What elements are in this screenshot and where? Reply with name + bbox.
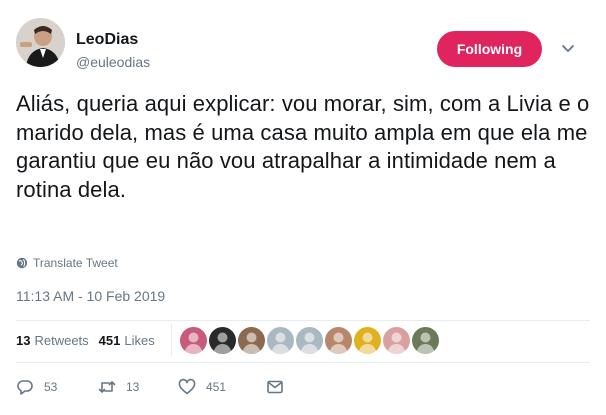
- retweets-label: Retweets: [34, 332, 89, 348]
- translate-tweet-link[interactable]: Translate Tweet: [16, 256, 118, 270]
- reply-count: 53: [44, 380, 58, 394]
- retweet-button[interactable]: 13: [98, 378, 178, 396]
- liker-avatar[interactable]: [324, 326, 352, 354]
- person-photo-icon: [16, 18, 65, 67]
- tweet-stats: 13 Retweets 451 Likes: [16, 324, 439, 356]
- tweet-header: LeoDias @euleodias Following: [16, 18, 590, 78]
- envelope-icon: [267, 380, 283, 394]
- divider: [16, 362, 590, 363]
- likes-stat[interactable]: 451 Likes: [99, 333, 155, 348]
- following-button[interactable]: Following: [437, 31, 542, 67]
- globe-icon: [16, 257, 28, 269]
- reply-icon: [17, 380, 33, 395]
- liker-avatar[interactable]: [411, 326, 439, 354]
- reply-button[interactable]: 53: [16, 378, 98, 396]
- likes-count: 451: [98, 332, 121, 348]
- retweets-stat[interactable]: 13 Retweets: [16, 333, 89, 348]
- liker-avatar[interactable]: [382, 326, 410, 354]
- retweet-count: 13: [126, 380, 140, 394]
- liker-avatar[interactable]: [179, 326, 207, 354]
- liker-avatar[interactable]: [295, 326, 323, 354]
- like-count: 451: [206, 380, 227, 394]
- author-avatar[interactable]: [16, 18, 65, 67]
- divider: [16, 320, 590, 321]
- liker-avatars: [179, 326, 439, 354]
- chevron-down-icon[interactable]: [560, 40, 576, 56]
- retweets-count: 13: [16, 332, 31, 348]
- like-button[interactable]: 451: [178, 378, 266, 396]
- stats-separator: [170, 324, 172, 356]
- likes-label: Likes: [124, 332, 155, 348]
- tweet-actions: 53 13 451: [16, 376, 284, 398]
- translate-label: Translate Tweet: [33, 256, 118, 270]
- author-name[interactable]: LeoDias: [76, 31, 138, 49]
- liker-avatar[interactable]: [208, 326, 236, 354]
- retweet-icon: [98, 381, 116, 393]
- tweet-text: Aliás, queria aqui explicar: vou morar, …: [16, 91, 590, 202]
- liker-avatar[interactable]: [353, 326, 381, 354]
- liker-avatar[interactable]: [266, 326, 294, 354]
- tweet-timestamp[interactable]: 11:13 AM - 10 Feb 2019: [16, 288, 165, 304]
- liker-avatar[interactable]: [237, 326, 265, 354]
- author-handle[interactable]: @euleodias: [76, 54, 150, 70]
- heart-icon: [178, 378, 196, 395]
- direct-message-button[interactable]: [266, 378, 284, 396]
